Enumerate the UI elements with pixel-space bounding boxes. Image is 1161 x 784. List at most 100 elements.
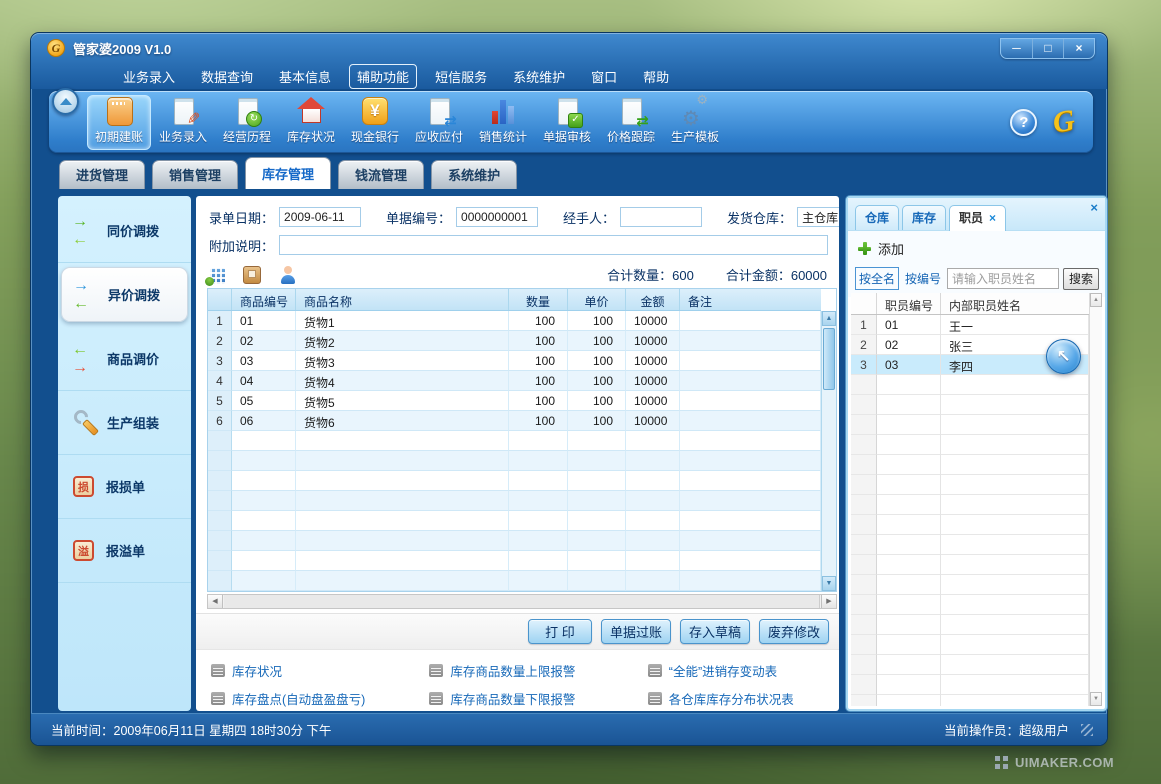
staff-empty-row[interactable] bbox=[851, 575, 1089, 595]
form-field-input[interactable] bbox=[797, 207, 839, 227]
staff-empty-row[interactable] bbox=[851, 615, 1089, 635]
main-tab[interactable]: 进货管理 bbox=[59, 160, 145, 189]
staff-empty-row[interactable] bbox=[851, 535, 1089, 555]
staff-empty-row[interactable] bbox=[851, 595, 1089, 615]
quick-link[interactable]: 库存商品数量下限报警 bbox=[429, 691, 647, 708]
minimize-button[interactable]: ─ bbox=[1001, 39, 1032, 58]
items-table-empty-row[interactable] bbox=[208, 551, 821, 571]
sidebar-item[interactable]: 溢 报溢单 bbox=[58, 519, 191, 583]
scroll-down-icon[interactable] bbox=[1090, 692, 1102, 706]
items-table-empty-row[interactable] bbox=[208, 511, 821, 531]
menu-item[interactable]: 短信服务 bbox=[427, 64, 495, 89]
close-button[interactable]: × bbox=[1063, 39, 1094, 58]
toolbar-item[interactable]: 业务录入 bbox=[151, 95, 215, 150]
quick-link[interactable]: 库存商品数量上限报警 bbox=[429, 662, 647, 679]
scrollbar-thumb[interactable] bbox=[823, 328, 835, 390]
toolbar-item[interactable]: 销售统计 bbox=[471, 95, 535, 150]
main-tab[interactable]: 钱流管理 bbox=[338, 160, 424, 189]
staff-empty-row[interactable] bbox=[851, 475, 1089, 495]
staff-empty-row[interactable] bbox=[851, 395, 1089, 415]
filter-by-name-button[interactable]: 按全名 bbox=[855, 267, 899, 290]
items-table-empty-row[interactable] bbox=[208, 451, 821, 471]
quick-link[interactable]: “全能”进销存变动表 bbox=[648, 662, 835, 679]
mini-toolbar-icon[interactable] bbox=[279, 266, 297, 284]
quick-link[interactable]: 库存状况 bbox=[211, 662, 429, 679]
staff-empty-row[interactable] bbox=[851, 675, 1089, 695]
items-table-row[interactable]: 101货物110010010000 bbox=[208, 311, 821, 331]
main-tab[interactable]: 系统维护 bbox=[431, 160, 517, 189]
items-table-horizontal-scrollbar[interactable] bbox=[207, 594, 837, 609]
items-table-empty-row[interactable] bbox=[208, 491, 821, 511]
panel-tab[interactable]: 职员 bbox=[949, 205, 1006, 231]
action-button[interactable]: 存入草稿 bbox=[680, 619, 750, 644]
sidebar-item[interactable]: 商品调价 bbox=[58, 327, 191, 391]
panel-tab[interactable]: 仓库 bbox=[855, 205, 899, 230]
staff-empty-row[interactable] bbox=[851, 435, 1089, 455]
scroll-down-icon[interactable] bbox=[822, 576, 836, 591]
staff-search-input[interactable] bbox=[947, 268, 1059, 289]
staff-table-scrollbar[interactable] bbox=[1089, 293, 1102, 706]
items-table-empty-row[interactable] bbox=[208, 471, 821, 491]
menu-item[interactable]: 帮助 bbox=[635, 64, 677, 89]
form-field-input[interactable] bbox=[620, 207, 702, 227]
toolbar-item[interactable]: 现金银行 bbox=[343, 95, 407, 150]
menu-item[interactable]: 辅助功能 bbox=[349, 64, 417, 89]
staff-empty-row[interactable] bbox=[851, 695, 1089, 706]
items-table-row[interactable]: 202货物210010010000 bbox=[208, 331, 821, 351]
form-field-input[interactable] bbox=[456, 207, 538, 227]
menu-item[interactable]: 基本信息 bbox=[271, 64, 339, 89]
note-input[interactable] bbox=[279, 235, 828, 255]
panel-tab[interactable]: 库存 bbox=[902, 205, 946, 230]
action-button[interactable]: 单据过账 bbox=[601, 619, 671, 644]
staff-empty-row[interactable] bbox=[851, 415, 1089, 435]
mini-toolbar-icon[interactable] bbox=[210, 268, 225, 284]
staff-empty-row[interactable] bbox=[851, 375, 1089, 395]
form-field-input[interactable] bbox=[279, 207, 361, 227]
toolbar-item[interactable]: 价格跟踪 bbox=[599, 95, 663, 150]
staff-row[interactable]: 101王一 bbox=[851, 315, 1089, 335]
maximize-button[interactable]: □ bbox=[1032, 39, 1063, 58]
toolbar-item[interactable]: 生产模板 bbox=[663, 95, 727, 150]
quick-link[interactable]: 库存盘点(自动盘盈盘亏) bbox=[211, 691, 429, 708]
menu-item[interactable]: 系统维护 bbox=[505, 64, 573, 89]
panel-close-icon[interactable] bbox=[1090, 200, 1098, 215]
scroll-up-icon[interactable] bbox=[822, 311, 836, 326]
sidebar-item[interactable]: 异价调拨 bbox=[61, 267, 188, 322]
toolbar-item[interactable]: 库存状况 bbox=[279, 95, 343, 150]
items-table-empty-row[interactable] bbox=[208, 431, 821, 451]
items-table-vertical-scrollbar[interactable] bbox=[821, 311, 836, 591]
items-table-empty-row[interactable] bbox=[208, 571, 821, 591]
staff-empty-row[interactable] bbox=[851, 655, 1089, 675]
resize-grip[interactable] bbox=[1081, 724, 1093, 736]
items-table-row[interactable]: 606货物610010010000 bbox=[208, 411, 821, 431]
main-tab[interactable]: 销售管理 bbox=[152, 160, 238, 189]
horizontal-scrollbar-thumb[interactable] bbox=[224, 595, 820, 608]
items-table-empty-row[interactable] bbox=[208, 531, 821, 551]
sidebar-item[interactable]: 同价调拨 bbox=[58, 199, 191, 263]
quick-link[interactable]: 各仓库库存分布状况表 bbox=[648, 691, 835, 708]
add-button[interactable]: 添加 bbox=[848, 231, 1105, 262]
scroll-left-icon[interactable] bbox=[208, 595, 223, 608]
items-table-row[interactable]: 505货物510010010000 bbox=[208, 391, 821, 411]
filter-by-code-button[interactable]: 按编号 bbox=[903, 268, 943, 289]
staff-empty-row[interactable] bbox=[851, 455, 1089, 475]
staff-empty-row[interactable] bbox=[851, 515, 1089, 535]
scroll-right-icon[interactable] bbox=[821, 595, 836, 608]
sidebar-item[interactable]: 损 报损单 bbox=[58, 455, 191, 519]
staff-empty-row[interactable] bbox=[851, 635, 1089, 655]
staff-empty-row[interactable] bbox=[851, 495, 1089, 515]
toolbar-item[interactable]: 单据审核 bbox=[535, 95, 599, 150]
action-button[interactable]: 废弃修改 bbox=[759, 619, 829, 644]
items-table-row[interactable]: 404货物410010010000 bbox=[208, 371, 821, 391]
search-button[interactable]: 搜索 bbox=[1063, 268, 1099, 290]
menu-item[interactable]: 数据查询 bbox=[193, 64, 261, 89]
sidebar-item[interactable]: 生产组装 bbox=[58, 391, 191, 455]
staff-empty-row[interactable] bbox=[851, 555, 1089, 575]
main-tab[interactable]: 库存管理 bbox=[245, 157, 331, 189]
toolbar-collapse-button[interactable] bbox=[52, 88, 79, 115]
toolbar-item[interactable]: 应收应付 bbox=[407, 95, 471, 150]
toolbar-item[interactable]: 初期建账 bbox=[87, 95, 151, 150]
menu-item[interactable]: 窗口 bbox=[583, 64, 625, 89]
menu-item[interactable]: 业务录入 bbox=[115, 64, 183, 89]
items-table-row[interactable]: 303货物310010010000 bbox=[208, 351, 821, 371]
